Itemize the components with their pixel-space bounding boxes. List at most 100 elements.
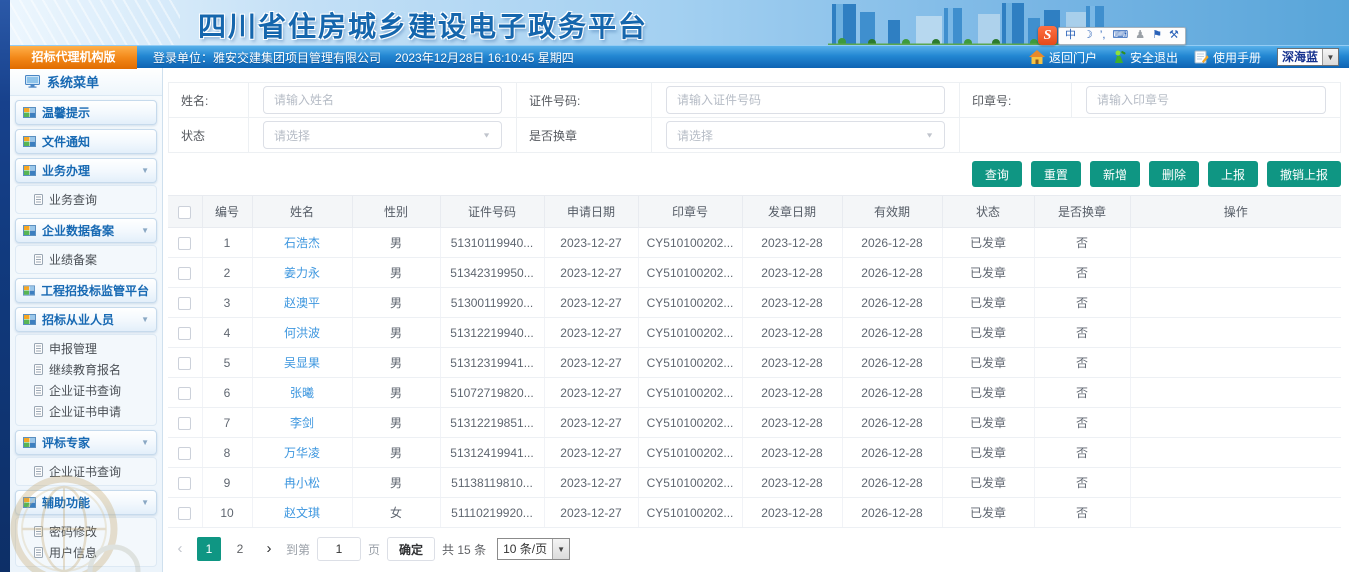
return-portal-link[interactable]: 返回门户 bbox=[1029, 49, 1097, 66]
cell-changed: 否 bbox=[1034, 348, 1130, 378]
cell-gender: 男 bbox=[352, 408, 440, 438]
goto-page-input[interactable] bbox=[317, 537, 361, 561]
table-row: 1石浩杰男51310119940...2023-12-27CY510100202… bbox=[168, 228, 1341, 258]
person-name-link[interactable]: 姜力永 bbox=[284, 266, 320, 280]
sidebar-item-label: 招标从业人员 bbox=[42, 311, 114, 328]
page-button-1[interactable]: 1 bbox=[197, 537, 221, 561]
cancel-report-button[interactable]: 撤销上报 bbox=[1267, 161, 1341, 187]
person-name-link[interactable]: 赵澳平 bbox=[284, 296, 320, 310]
safe-exit-link[interactable]: 安全退出 bbox=[1113, 49, 1178, 66]
sidebar-subpanel-3: 业绩备案 bbox=[15, 245, 157, 274]
cell-name: 赵文琪 bbox=[252, 498, 352, 528]
cell-seal: CY510100202... bbox=[638, 228, 742, 258]
skin-icon[interactable]: ⚑ bbox=[1152, 30, 1162, 41]
cell-seal: CY510100202... bbox=[638, 318, 742, 348]
sogou-logo-icon[interactable]: S bbox=[1038, 26, 1057, 45]
chevron-down-icon: ▼ bbox=[1322, 49, 1338, 65]
page-button-2[interactable]: 2 bbox=[228, 537, 252, 561]
confirm-button[interactable]: 确定 bbox=[387, 537, 435, 561]
reset-button[interactable]: 重置 bbox=[1031, 161, 1081, 187]
user-icon[interactable]: ♟ bbox=[1135, 30, 1145, 41]
theme-select-value: 深海蓝 bbox=[1278, 49, 1322, 65]
cell-gender: 男 bbox=[352, 288, 440, 318]
person-name-link[interactable]: 张曦 bbox=[290, 386, 314, 400]
moon-icon[interactable]: ☽ bbox=[1083, 30, 1093, 41]
cell-issue: 2023-12-28 bbox=[742, 498, 842, 528]
person-name-link[interactable]: 石浩杰 bbox=[284, 236, 320, 250]
row-checkbox[interactable] bbox=[178, 507, 191, 520]
select-all-checkbox[interactable] bbox=[178, 206, 191, 219]
delete-button[interactable]: 删除 bbox=[1149, 161, 1199, 187]
person-name-link[interactable]: 何洪波 bbox=[284, 326, 320, 340]
column-header: 印章号 bbox=[638, 196, 742, 228]
row-checkbox[interactable] bbox=[178, 417, 191, 430]
keyboard-icon[interactable]: ⌨ bbox=[1112, 30, 1128, 41]
compass-decor-image bbox=[10, 459, 146, 572]
cell-name: 万华凌 bbox=[252, 438, 352, 468]
doc-icon bbox=[34, 194, 43, 205]
sidebar-subitem-5-2[interactable]: 企业证书查询 bbox=[16, 380, 156, 401]
row-checkbox[interactable] bbox=[178, 267, 191, 280]
tools-icon[interactable]: ⚒ bbox=[1169, 30, 1179, 41]
seal-label: 印章号: bbox=[960, 83, 1072, 118]
cell-valid: 2026-12-28 bbox=[842, 498, 942, 528]
sidebar-item-2[interactable]: 业务办理▼ bbox=[15, 158, 157, 183]
row-checkbox[interactable] bbox=[178, 387, 191, 400]
person-name-link[interactable]: 李剑 bbox=[290, 416, 314, 430]
row-checkbox[interactable] bbox=[178, 477, 191, 490]
row-checkbox[interactable] bbox=[178, 357, 191, 370]
punctuation-icon[interactable]: ’, bbox=[1100, 30, 1106, 41]
chinese-mode-icon[interactable]: 中 bbox=[1065, 30, 1076, 41]
row-checkbox[interactable] bbox=[178, 447, 191, 460]
cell-action bbox=[1130, 498, 1341, 528]
name-input[interactable] bbox=[263, 86, 502, 114]
cell-gender: 女 bbox=[352, 498, 440, 528]
doc-icon bbox=[34, 254, 43, 265]
prev-page-icon[interactable]: ‹ bbox=[170, 537, 190, 561]
report-button[interactable]: 上报 bbox=[1208, 161, 1258, 187]
person-name-link[interactable]: 赵文琪 bbox=[284, 506, 320, 520]
theme-select[interactable]: 深海蓝 ▼ bbox=[1277, 48, 1339, 66]
row-checkbox[interactable] bbox=[178, 327, 191, 340]
edition-badge: 招标代理机构版 bbox=[10, 46, 137, 69]
table-row: 6张曦男51072719820...2023-12-27CY510100202.… bbox=[168, 378, 1341, 408]
cert-input[interactable] bbox=[666, 86, 945, 114]
cell-no: 4 bbox=[202, 318, 252, 348]
sidebar: 系统菜单 温馨提示文件通知业务办理▼业务查询企业数据备案▼业绩备案工程招投标监管… bbox=[10, 68, 163, 572]
sidebar-item-5[interactable]: 招标从业人员▼ bbox=[15, 307, 157, 332]
name-label: 姓名: bbox=[169, 83, 249, 118]
sidebar-subitem-3-0[interactable]: 业绩备案 bbox=[16, 249, 156, 270]
sidebar-item-4[interactable]: 工程招投标监管平台 bbox=[15, 278, 157, 303]
cell-changed: 否 bbox=[1034, 318, 1130, 348]
sidebar-item-6[interactable]: 评标专家▼ bbox=[15, 430, 157, 455]
cell-status: 已发章 bbox=[942, 438, 1034, 468]
sidebar-subitem-5-0[interactable]: 申报管理 bbox=[16, 338, 156, 359]
sidebar-subitem-2-0[interactable]: 业务查询 bbox=[16, 189, 156, 210]
next-page-icon[interactable]: › bbox=[259, 537, 279, 561]
action-buttons: 查询重置新增删除上报撤销上报 bbox=[168, 161, 1341, 187]
person-name-link[interactable]: 冉小松 bbox=[284, 476, 320, 490]
cell-name: 冉小松 bbox=[252, 468, 352, 498]
table-header-row: 编号姓名性别证件号码申请日期印章号发章日期有效期状态是否换章操作 bbox=[168, 196, 1341, 228]
status-select[interactable]: 请选择 ▼ bbox=[263, 121, 502, 149]
row-checkbox[interactable] bbox=[178, 237, 191, 250]
person-name-link[interactable]: 吴显果 bbox=[284, 356, 320, 370]
person-name-link[interactable]: 万华凌 bbox=[284, 446, 320, 460]
sidebar-item-3[interactable]: 企业数据备案▼ bbox=[15, 218, 157, 243]
change-seal-select[interactable]: 请选择 ▼ bbox=[666, 121, 945, 149]
query-button[interactable]: 查询 bbox=[972, 161, 1022, 187]
sidebar-item-1[interactable]: 文件通知 bbox=[15, 129, 157, 154]
add-button[interactable]: 新增 bbox=[1090, 161, 1140, 187]
sidebar-item-0[interactable]: 温馨提示 bbox=[15, 100, 157, 125]
header-stripes-decor bbox=[10, 0, 180, 45]
exit-icon bbox=[1113, 50, 1126, 64]
cell-status: 已发章 bbox=[942, 228, 1034, 258]
user-manual-link[interactable]: 使用手册 bbox=[1194, 49, 1261, 66]
seal-input[interactable] bbox=[1086, 86, 1326, 114]
page-size-select[interactable]: 10 条/页 ▼ bbox=[497, 538, 570, 560]
cell-status: 已发章 bbox=[942, 318, 1034, 348]
row-checkbox[interactable] bbox=[178, 297, 191, 310]
menu-grid-icon bbox=[23, 107, 36, 118]
sidebar-subitem-5-1[interactable]: 继续教育报名 bbox=[16, 359, 156, 380]
sidebar-subitem-5-3[interactable]: 企业证书申请 bbox=[16, 401, 156, 422]
